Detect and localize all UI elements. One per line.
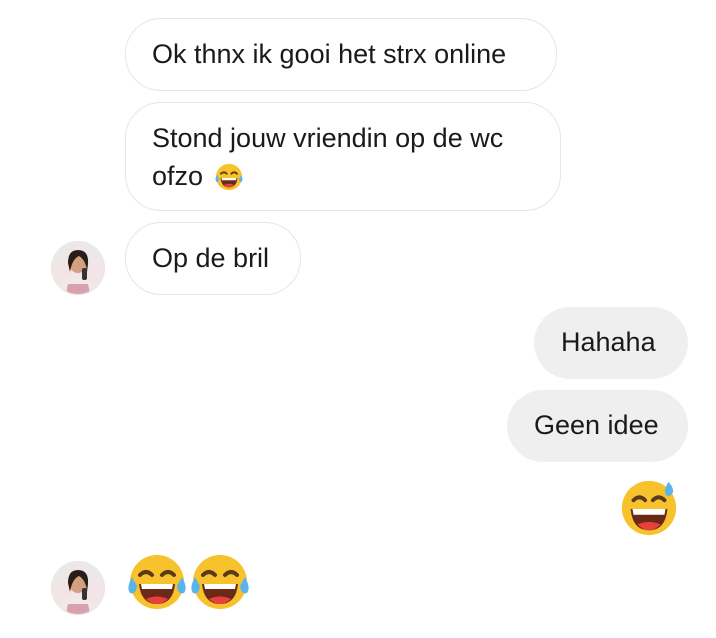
- chat-thread: Ok thnx ik gooi het strx online Stond jo…: [0, 0, 716, 638]
- message-text: Op de bril: [152, 243, 270, 273]
- contact-avatar[interactable]: [52, 562, 104, 614]
- message-bubble-outgoing[interactable]: Geen idee: [507, 390, 688, 462]
- message-text: Stond jouw vriendin op de wc ofzo: [152, 123, 504, 191]
- tears-of-joy-emoji-icon[interactable]: [125, 550, 189, 614]
- tears-of-joy-emoji-icon[interactable]: [188, 550, 252, 614]
- contact-avatar[interactable]: [52, 242, 104, 294]
- message-bubble-outgoing[interactable]: Hahaha: [534, 307, 688, 379]
- message-bubble-incoming[interactable]: Stond jouw vriendin op de wc ofzo: [125, 102, 561, 211]
- grinning-face-with-sweat-emoji-icon[interactable]: [618, 476, 680, 538]
- message-text: Geen idee: [534, 410, 659, 440]
- message-text: Hahaha: [561, 327, 656, 357]
- message-bubble-incoming[interactable]: Ok thnx ik gooi het strx online: [125, 18, 557, 91]
- message-bubble-incoming[interactable]: Op de bril: [125, 222, 301, 295]
- tears-of-joy-emoji-icon: [215, 163, 243, 191]
- message-text: Ok thnx ik gooi het strx online: [152, 39, 507, 69]
